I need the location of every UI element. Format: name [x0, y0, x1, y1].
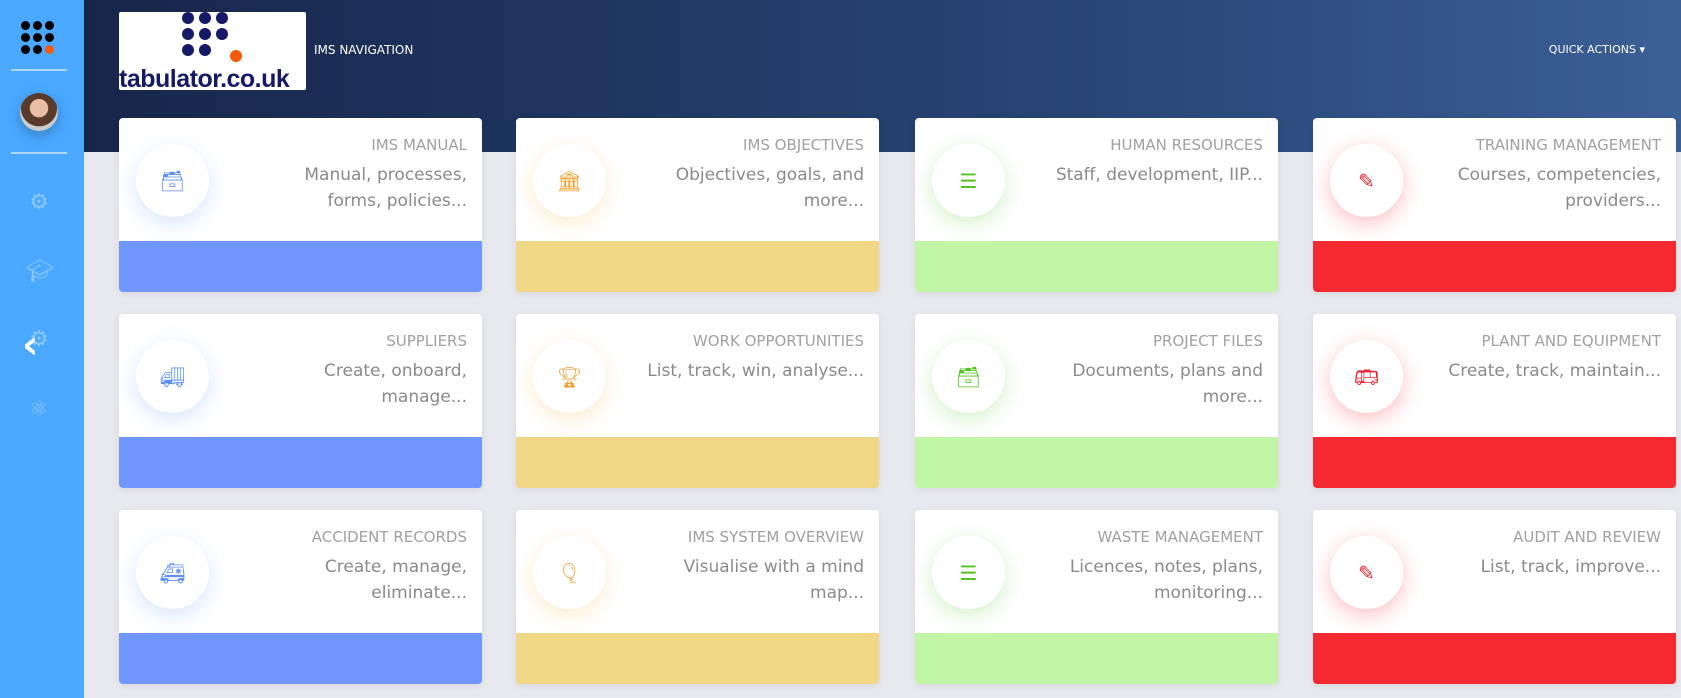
logo[interactable]: tabulator.co.uk	[119, 12, 306, 90]
card-title: ACCIDENT RECORDS	[311, 528, 467, 546]
nav-card-accident-records[interactable]: 🚑︎ ACCIDENT RECORDS Create, manage, elim…	[119, 510, 482, 684]
icon-circle: 🏆︎	[533, 340, 606, 413]
nav-card-waste-management[interactable]: ☰ WASTE MANAGEMENT Licences, notes, plan…	[915, 510, 1278, 684]
icon-circle: 🚚︎	[136, 340, 209, 413]
divider	[11, 152, 67, 154]
icon-circle: 🎈︎	[533, 536, 606, 609]
nav-card-ims-manual[interactable]: 🗃︎ IMS MANUAL Manual, processes, forms, …	[119, 118, 482, 292]
nav-card-work-opportunities[interactable]: 🏆︎ WORK OPPORTUNITIES List, track, win, …	[516, 314, 879, 488]
card-color-bar	[915, 633, 1278, 684]
icon-circle: ☰	[932, 536, 1005, 609]
ruler-pencil-icon: ✎	[1358, 560, 1375, 585]
card-description: Manual, processes, forms, policies...	[304, 165, 467, 211]
chevron-right-icon[interactable]: ›	[1632, 322, 1648, 368]
nav-card-ims-system-overview[interactable]: 🎈︎ IMS SYSTEM OVERVIEW Visualise with a …	[516, 510, 879, 684]
hot-air-balloon-icon: 🎈︎	[556, 560, 583, 585]
list-icon: ☰	[959, 168, 978, 193]
avatar[interactable]	[20, 93, 58, 131]
card-title: WASTE MANAGEMENT	[1097, 528, 1263, 546]
gear-icon[interactable]: ⚙	[26, 190, 52, 216]
card-color-bar	[1313, 241, 1676, 292]
apps-grid-icon[interactable]	[21, 21, 55, 55]
card-description: Create, onboard, manage...	[324, 361, 467, 407]
archive-icon: 🗃︎	[955, 364, 982, 389]
icon-circle: ☰	[932, 144, 1005, 217]
card-description: List, track, win, analyse...	[647, 361, 864, 381]
bank-icon: 🏛︎	[556, 168, 583, 193]
nav-title: IMS NAVIGATION	[314, 43, 414, 57]
card-color-bar	[516, 633, 879, 684]
card-description: Courses, competencies, providers...	[1457, 165, 1661, 211]
card-title: WORK OPPORTUNITIES	[692, 332, 864, 350]
card-color-bar	[516, 437, 879, 488]
ruler-pencil-icon: ✎	[1358, 168, 1375, 193]
card-description: Licences, notes, plans, monitoring...	[1069, 557, 1263, 603]
card-title: SUPPLIERS	[386, 332, 467, 350]
card-description: Objectives, goals, and more...	[675, 165, 864, 211]
icon-circle: 🚌︎	[1330, 340, 1403, 413]
card-color-bar	[119, 437, 482, 488]
card-color-bar	[915, 437, 1278, 488]
chevron-left-icon[interactable]: ‹	[22, 322, 38, 368]
ambulance-icon: 🚑︎	[159, 560, 186, 585]
nav-card-suppliers[interactable]: 🚚︎ SUPPLIERS Create, onboard, manage...	[119, 314, 482, 488]
card-title: PROJECT FILES	[1153, 332, 1263, 350]
atom-icon[interactable]: ⚛	[26, 397, 52, 423]
sidebar: ⚙ 🎓︎ ⚙ ⚛	[0, 0, 84, 698]
card-color-bar	[119, 241, 482, 292]
icon-circle: ✎	[1330, 536, 1403, 609]
card-description: Visualise with a mind map...	[683, 557, 864, 603]
nav-card-plant-and-equipment[interactable]: 🚌︎ PLANT AND EQUIPMENT Create, track, ma…	[1313, 314, 1676, 488]
card-color-bar	[1313, 437, 1676, 488]
card-description: Staff, development, IIP...	[1055, 165, 1263, 185]
graduation-cap-icon[interactable]: 🎓︎	[26, 259, 54, 285]
divider	[11, 69, 67, 71]
icon-circle: 🏛︎	[533, 144, 606, 217]
nav-card-project-files[interactable]: 🗃︎ PROJECT FILES Documents, plans and mo…	[915, 314, 1278, 488]
quick-actions-dropdown[interactable]: QUICK ACTIONS ▾	[1549, 43, 1645, 56]
card-color-bar	[915, 241, 1278, 292]
icon-circle: 🗃︎	[136, 144, 209, 217]
card-title: IMS SYSTEM OVERVIEW	[687, 528, 864, 546]
delivery-truck-icon: 🚚︎	[159, 364, 186, 389]
icon-circle: ✎	[1330, 144, 1403, 217]
nav-card-training-management[interactable]: ✎ TRAINING MANAGEMENT Courses, competenc…	[1313, 118, 1676, 292]
icon-circle: 🗃︎	[932, 340, 1005, 413]
nav-card-ims-objectives[interactable]: 🏛︎ IMS OBJECTIVES Objectives, goals, and…	[516, 118, 879, 292]
bus-icon: 🚌︎	[1353, 364, 1380, 389]
card-color-bar	[119, 633, 482, 684]
card-color-bar	[1313, 633, 1676, 684]
card-title: IMS MANUAL	[371, 136, 467, 154]
card-description: Create, manage, eliminate...	[324, 557, 467, 603]
card-title: TRAINING MANAGEMENT	[1475, 136, 1661, 154]
card-description: List, track, improve...	[1480, 557, 1661, 577]
trophy-icon: 🏆︎	[556, 364, 583, 389]
card-description: Create, track, maintain...	[1448, 361, 1661, 381]
card-title: IMS OBJECTIVES	[743, 136, 864, 154]
nav-card-human-resources[interactable]: ☰ HUMAN RESOURCES Staff, development, II…	[915, 118, 1278, 292]
card-title: AUDIT AND REVIEW	[1513, 528, 1661, 546]
archive-icon: 🗃︎	[159, 168, 186, 193]
icon-circle: 🚑︎	[136, 536, 209, 609]
nav-card-audit-and-review[interactable]: ✎ AUDIT AND REVIEW List, track, improve.…	[1313, 510, 1676, 684]
list-icon: ☰	[959, 560, 978, 585]
card-color-bar	[516, 241, 879, 292]
card-title: HUMAN RESOURCES	[1110, 136, 1263, 154]
card-description: Documents, plans and more...	[1072, 361, 1263, 407]
